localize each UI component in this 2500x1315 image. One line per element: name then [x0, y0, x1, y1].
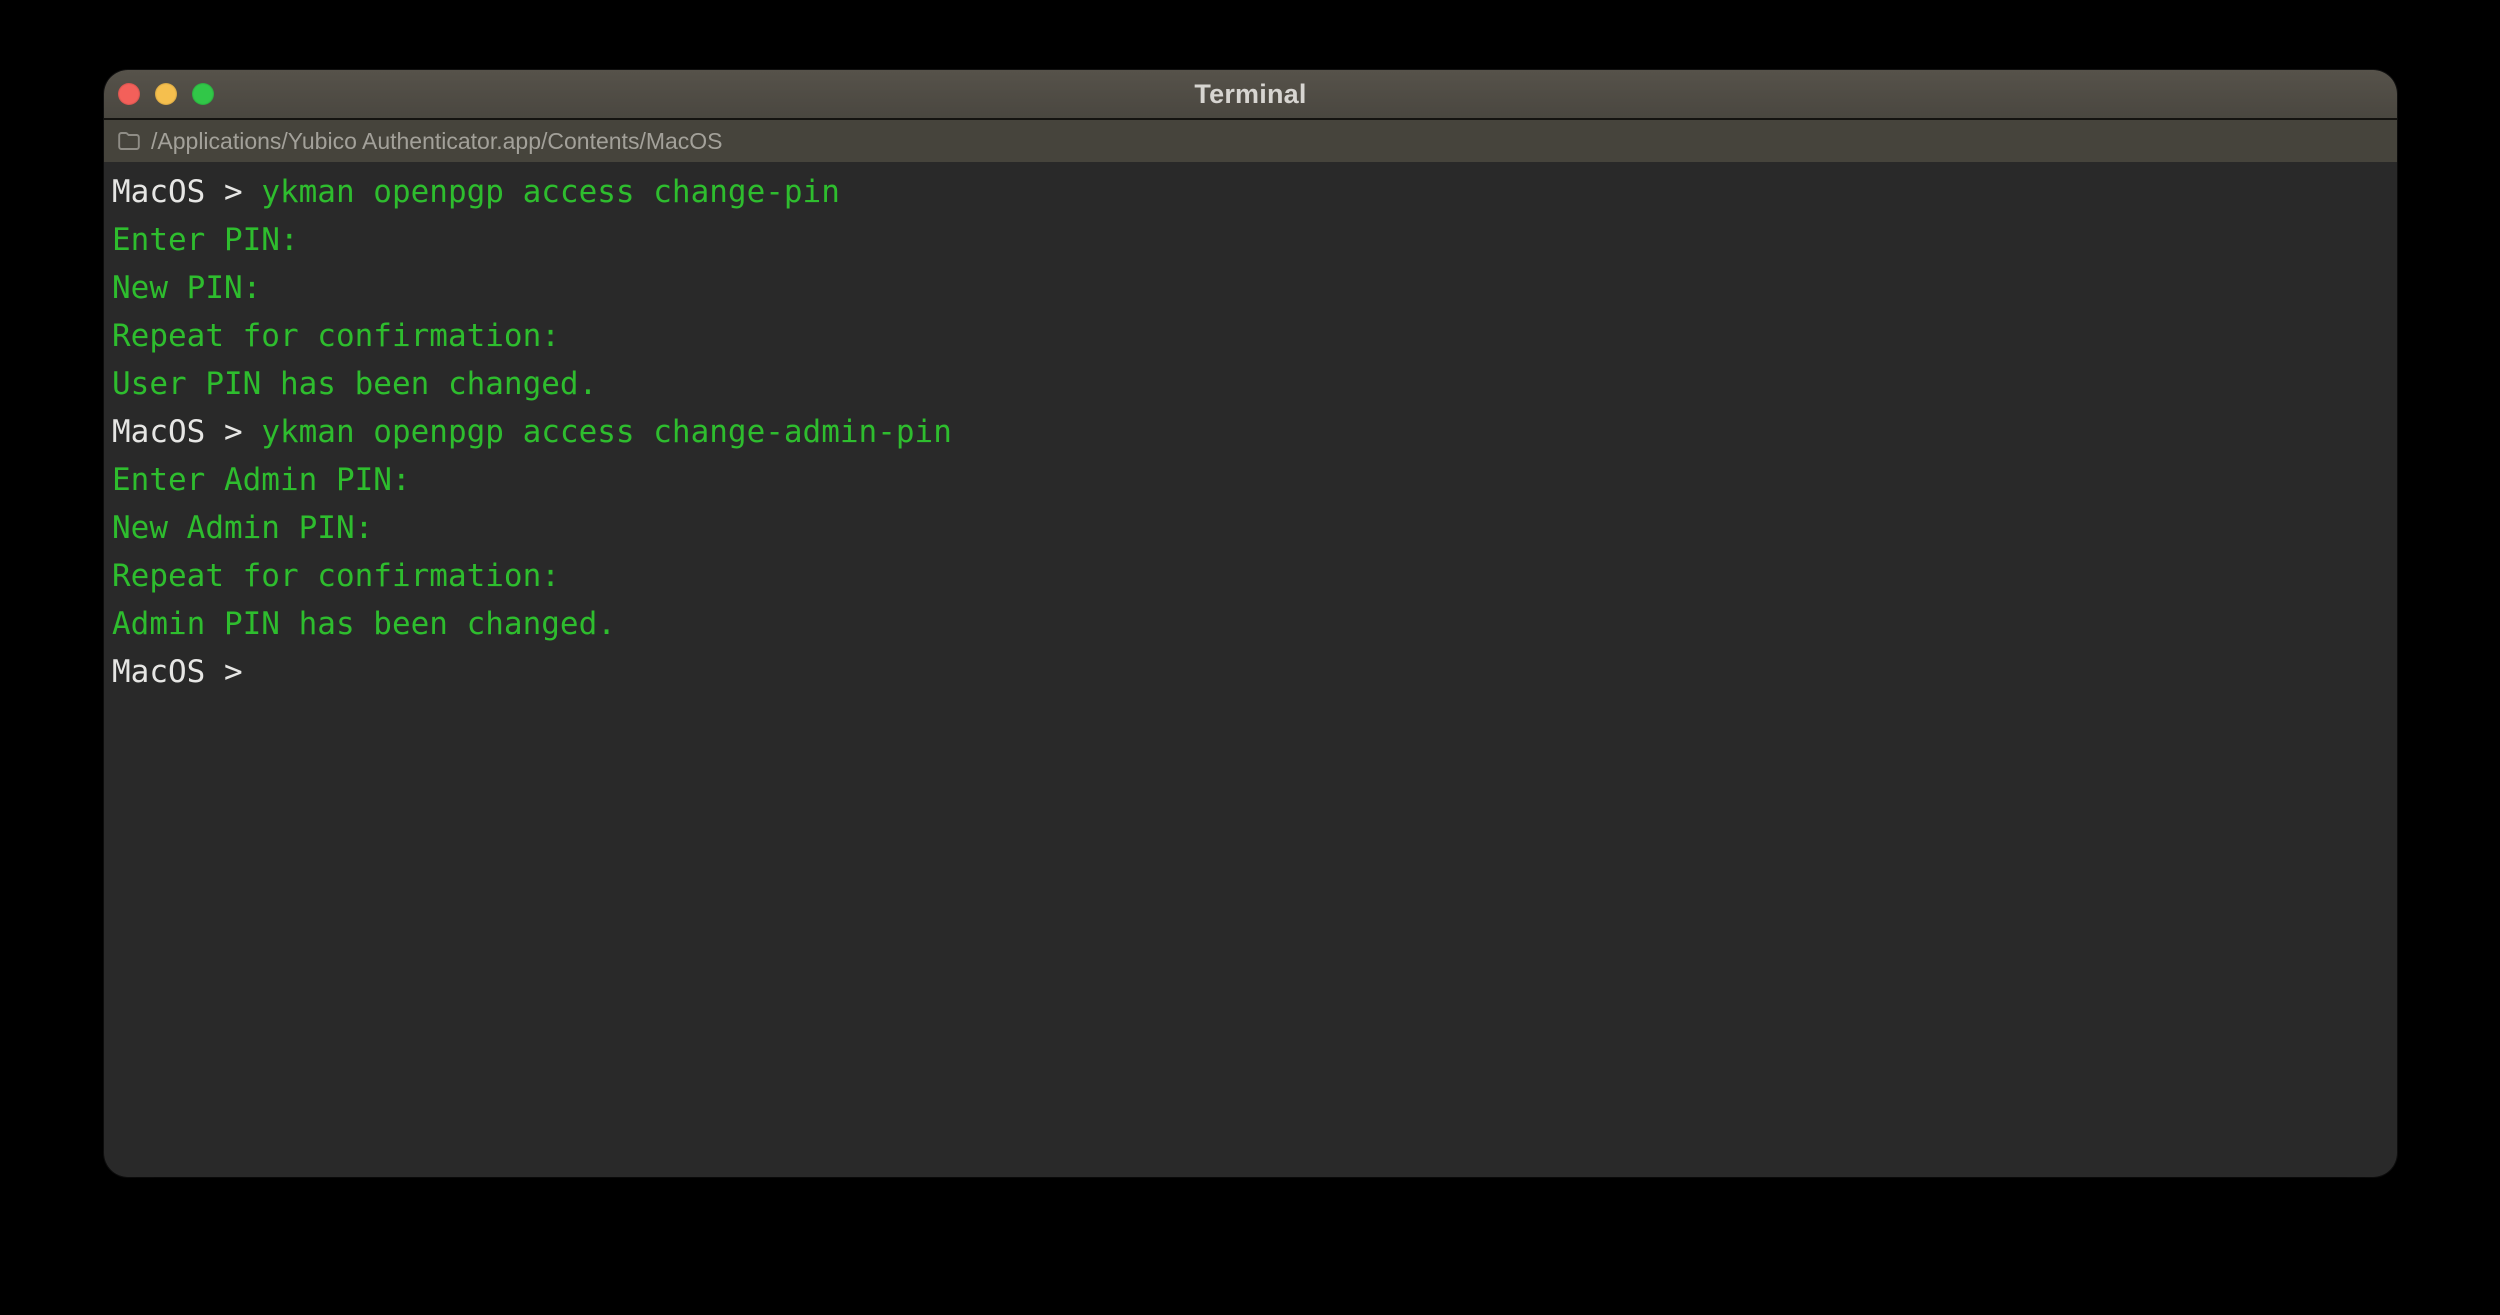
shell-prompt: MacOS >: [112, 414, 262, 450]
terminal-prompt-line: MacOS > ykman openpgp access change-admi…: [112, 408, 2389, 456]
folder-icon: [116, 129, 142, 153]
zoom-button[interactable]: [192, 83, 214, 105]
output-text: Enter PIN:: [112, 222, 299, 258]
shell-prompt: MacOS >: [112, 654, 262, 690]
output-text: Repeat for confirmation:: [112, 558, 560, 594]
traffic-lights: [118, 70, 214, 118]
terminal-prompt-line: MacOS >: [112, 648, 2389, 696]
output-text: User PIN has been changed.: [112, 366, 598, 402]
command-text: ykman openpgp access change-admin-pin: [261, 414, 952, 450]
path-text: /Applications/Yubico Authenticator.app/C…: [151, 127, 723, 154]
pathbar: /Applications/Yubico Authenticator.app/C…: [104, 118, 2397, 162]
terminal-prompt-line: MacOS > ykman openpgp access change-pin: [112, 168, 2389, 216]
terminal-body[interactable]: MacOS > ykman openpgp access change-pin E…: [104, 162, 2397, 1177]
titlebar[interactable]: Terminal: [104, 70, 2397, 118]
output-text: Enter Admin PIN:: [112, 462, 411, 498]
output-text: Admin PIN has been changed.: [112, 606, 616, 642]
terminal-output-line: Repeat for confirmation:: [112, 312, 2389, 360]
window-title: Terminal: [1194, 78, 1307, 109]
minimize-button[interactable]: [155, 83, 177, 105]
terminal-output-line: New Admin PIN:: [112, 504, 2389, 552]
terminal-output-line: New PIN:: [112, 264, 2389, 312]
output-text: New PIN:: [112, 270, 262, 306]
terminal-output-line: Admin PIN has been changed.: [112, 600, 2389, 648]
terminal-output-line: User PIN has been changed.: [112, 360, 2389, 408]
output-text: New Admin PIN:: [112, 510, 374, 546]
terminal-output-line: Enter Admin PIN:: [112, 456, 2389, 504]
terminal-output-line: Enter PIN:: [112, 216, 2389, 264]
shell-prompt: MacOS >: [112, 174, 262, 210]
close-button[interactable]: [118, 83, 140, 105]
command-text: ykman openpgp access change-pin: [261, 174, 840, 210]
terminal-output-line: Repeat for confirmation:: [112, 552, 2389, 600]
output-text: Repeat for confirmation:: [112, 318, 560, 354]
terminal-window: Terminal /Applications/Yubico Authentica…: [104, 70, 2397, 1177]
